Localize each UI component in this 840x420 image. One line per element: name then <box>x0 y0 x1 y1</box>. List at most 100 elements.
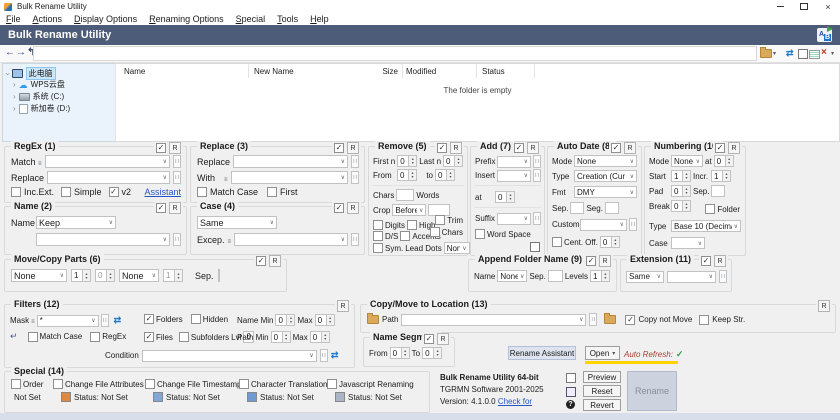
tags-icon[interactable] <box>224 173 228 183</box>
apply-condition-icon[interactable]: ⇄ <box>331 350 339 361</box>
expand-closed-icon[interactable]: › <box>13 105 16 113</box>
menu-actions[interactable]: Actions <box>27 14 69 24</box>
simple-checkbox[interactable] <box>61 187 71 197</box>
order-checkbox[interactable] <box>11 379 21 389</box>
numbering-reset-button[interactable]: R <box>728 142 740 154</box>
tree-item-drive-c[interactable]: › 系统 (C:) <box>13 91 64 102</box>
special-chars-button[interactable] <box>533 212 541 225</box>
display-icon[interactable] <box>566 387 576 397</box>
append-reset-button[interactable]: R <box>599 255 611 267</box>
name-min-spinner[interactable]: 0 <box>275 314 295 326</box>
name-reset-button[interactable]: R <box>169 202 181 214</box>
column-divider[interactable] <box>402 64 403 78</box>
word-space-checkbox[interactable] <box>475 229 485 239</box>
add-reset-button[interactable]: R <box>527 142 539 154</box>
date-sep-input[interactable] <box>570 202 584 214</box>
regex-enable-checkbox[interactable] <box>156 143 166 153</box>
javascript-renaming-checkbox[interactable] <box>327 379 337 389</box>
preview-button[interactable]: Preview <box>583 371 621 383</box>
name-segment-reset-button[interactable]: R <box>437 333 449 345</box>
change-timestamps-checkbox[interactable] <box>145 379 155 389</box>
extension-enable-checkbox[interactable] <box>701 256 711 266</box>
regex-reset-button[interactable]: R <box>169 142 181 154</box>
extension-value-combo[interactable] <box>667 271 716 283</box>
replace-first-checkbox[interactable] <box>267 187 277 197</box>
change-attributes-checkbox[interactable] <box>53 379 63 389</box>
spinner-arrows-icon[interactable] <box>286 314 295 326</box>
tree-item-wps-cloud[interactable]: › ☁ WPS云盘 <box>13 79 65 90</box>
special-chars-button[interactable] <box>719 270 727 283</box>
path-min-spinner[interactable]: 0 <box>271 331 291 343</box>
last-n-spinner[interactable]: 0 <box>443 155 463 167</box>
auto-date-reset-button[interactable]: R <box>624 142 636 154</box>
accents-checkbox[interactable] <box>400 231 410 241</box>
replace-combo[interactable] <box>233 155 348 168</box>
extension-mode-combo[interactable]: Same <box>626 271 664 283</box>
special-chars-button[interactable] <box>173 233 181 246</box>
refresh-icon[interactable]: ⇄ <box>786 48 794 59</box>
column-divider[interactable] <box>476 64 477 78</box>
spinner-arrows-icon[interactable] <box>408 155 417 167</box>
menu-display-options[interactable]: Display Options <box>68 14 143 24</box>
location-path-combo[interactable] <box>401 314 586 326</box>
append-enable-checkbox[interactable] <box>586 256 596 266</box>
from-spinner[interactable]: 0 <box>397 169 417 181</box>
path-max-spinner[interactable]: 0 <box>310 331 330 343</box>
column-header-new-name[interactable]: New Name <box>254 67 294 76</box>
prefix-combo[interactable] <box>497 156 531 168</box>
tree-item-drive-d[interactable]: › 新加卷 (D:) <box>13 103 70 114</box>
v2-checkbox[interactable] <box>109 187 119 197</box>
date-custom-combo[interactable] <box>580 219 627 231</box>
timestamps-icon[interactable] <box>153 392 163 402</box>
break-spinner[interactable]: 0 <box>671 200 691 212</box>
menu-help[interactable]: Help <box>304 14 335 24</box>
minimize-button[interactable] <box>768 0 792 13</box>
favorites-folder-icon[interactable] <box>760 49 772 58</box>
spinner-arrows-icon[interactable] <box>401 347 410 359</box>
select-icon[interactable] <box>798 49 808 59</box>
spinner-arrows-icon[interactable] <box>725 155 734 167</box>
with-combo[interactable] <box>231 171 348 184</box>
hidden-checkbox[interactable] <box>191 314 201 324</box>
suffix-combo[interactable] <box>497 213 531 225</box>
to-spinner[interactable]: 0 <box>435 169 455 181</box>
spinner-arrows-icon[interactable] <box>454 155 463 167</box>
num-sep-input[interactable] <box>711 185 725 197</box>
subfolders-checkbox[interactable] <box>179 332 189 342</box>
digits-checkbox[interactable] <box>373 220 383 230</box>
list-view-icon[interactable] <box>809 50 820 59</box>
filter-return-icon[interactable]: ↵ <box>10 331 18 342</box>
filter-regex-checkbox[interactable] <box>90 332 100 342</box>
name-value-combo[interactable] <box>36 233 170 246</box>
expand-open-icon[interactable]: › <box>3 72 11 75</box>
column-header-size[interactable]: Size <box>362 67 398 76</box>
num-folder-checkbox[interactable] <box>705 204 715 214</box>
name-mode-combo[interactable]: Keep <box>36 216 116 229</box>
special-chars-button[interactable] <box>173 171 181 184</box>
num-at-spinner[interactable]: 0 <box>714 155 734 167</box>
special-chars-button[interactable] <box>589 313 597 326</box>
attributes-icon[interactable] <box>61 392 71 402</box>
reset-button[interactable]: Reset <box>583 385 621 397</box>
remove-enable-checkbox[interactable] <box>437 143 447 153</box>
spinner-arrows-icon[interactable] <box>722 170 731 182</box>
move-copy-enable-checkbox[interactable] <box>256 256 266 266</box>
new-folder-icon[interactable] <box>367 315 379 324</box>
special-chars-button[interactable] <box>629 218 637 231</box>
remove-chars-checkbox[interactable] <box>430 227 440 237</box>
off-spinner[interactable]: 0 <box>600 236 620 248</box>
remove-reset-button[interactable]: R <box>450 142 462 154</box>
path-input[interactable] <box>33 46 757 61</box>
numbering-enable-checkbox[interactable] <box>715 143 725 153</box>
copy-not-move-checkbox[interactable] <box>625 315 635 325</box>
date-mode-combo[interactable]: None <box>574 155 637 167</box>
favorites-dropdown-icon[interactable]: ▾ <box>773 50 776 57</box>
filter-match-case-checkbox[interactable] <box>28 332 38 342</box>
pad-spinner[interactable]: 0 <box>671 185 691 197</box>
menu-special[interactable]: Special <box>230 14 272 24</box>
rename-button[interactable]: Rename <box>627 371 677 411</box>
javascript-icon[interactable] <box>335 392 345 402</box>
special-chars-button[interactable] <box>351 171 359 184</box>
crop-mode-combo[interactable]: Before <box>392 204 426 216</box>
column-header-modified[interactable]: Modified <box>406 67 436 76</box>
